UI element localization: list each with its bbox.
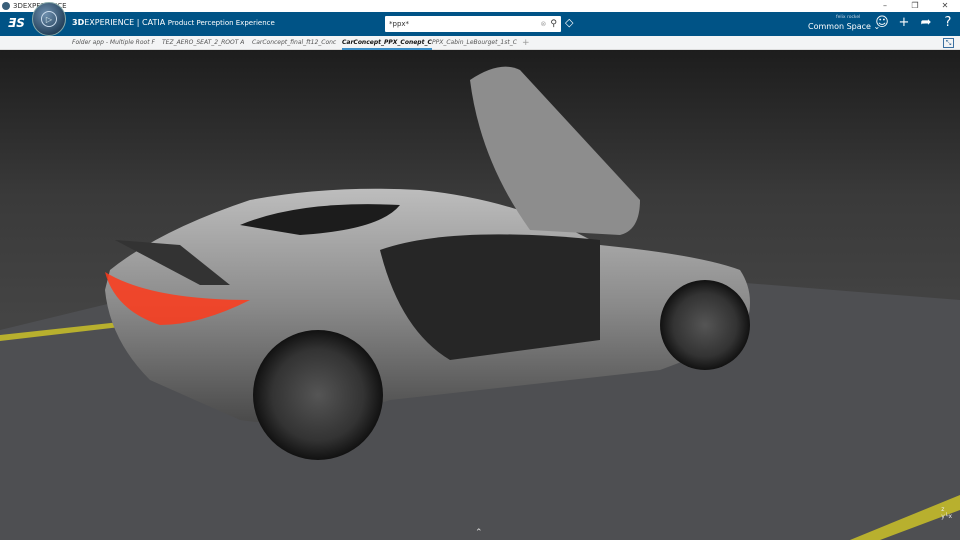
car-scene [0,66,960,540]
tab-folder-app[interactable]: Folder app - Multiple Root F [72,36,162,50]
collab-space-dropdown[interactable]: Common Space ⌄ [808,22,880,31]
close-button[interactable]: ✕ [930,0,960,12]
search-input[interactable]: *ppx* ⊗ ⚲ [385,16,561,32]
tab-bar: Folder app - Multiple Root F TEZ_AERO_SE… [0,36,960,50]
profile-icon[interactable]: ☺ [874,15,890,31]
collapse-icon[interactable]: ⤡ [943,38,954,48]
add-icon[interactable]: + [896,15,912,31]
window-titlebar: 3DEXPERIENCE – ❐ ✕ [0,0,960,12]
user-name: felix rockel [836,15,861,20]
tag-icon[interactable]: ◇ [565,16,573,29]
app-logo-icon [2,2,10,10]
front-wheel [660,280,750,370]
3d-viewport[interactable]: z y└x ⌃ [0,50,960,540]
minimize-button[interactable]: – [870,0,900,12]
tab-tez-aero-seat[interactable]: TEZ_AERO_SEAT_2_ROOT A [162,36,252,50]
rear-wheel [253,330,383,460]
search-icon[interactable]: ⚲ [550,19,557,29]
tab-ppx-cabin[interactable]: PPX_Cabin_LeBourget_1st_C [432,36,522,50]
new-tab-button[interactable]: + [522,36,534,50]
3ds-logo-icon[interactable]: ƎS [8,16,25,30]
clear-icon[interactable]: ⊗ [541,20,547,28]
expand-toolbar-icon[interactable]: ⌃ [475,528,483,538]
tab-carconcept-ppx[interactable]: CarConcept_PPX_Conept_C [342,36,432,50]
app-title: 3DEXPERIENCE | CATIA Product Perception … [72,18,275,27]
play-icon[interactable]: ▷ [41,11,57,27]
share-icon[interactable]: ➦ [918,15,934,31]
compass-widget[interactable]: ▷ [32,2,66,36]
top-bar: ƎS 3DEXPERIENCE | CATIA Product Percepti… [0,12,960,36]
tab-carconcept-final[interactable]: CarConcept_final_ft12_Conc [252,36,342,50]
help-icon[interactable]: ? [940,15,956,31]
restore-button[interactable]: ❐ [900,0,930,12]
axis-triad: z y└x [941,506,952,520]
